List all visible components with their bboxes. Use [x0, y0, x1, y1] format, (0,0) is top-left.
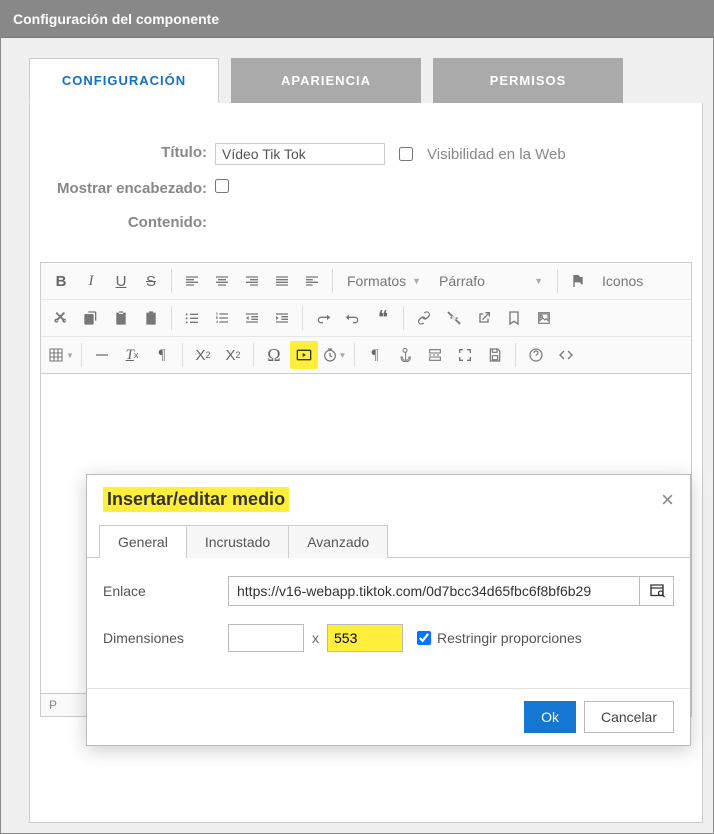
main-tabs: CONFIGURACIÓN APARIENCIA PERMISOS: [29, 58, 703, 103]
constrain-wrapper[interactable]: Restringir proporciones: [417, 630, 582, 646]
bookmark-button[interactable]: [500, 304, 528, 332]
paste-button[interactable]: [107, 304, 135, 332]
width-input[interactable]: [228, 624, 304, 652]
modal-tab-general[interactable]: General: [99, 525, 187, 558]
fullscreen-button[interactable]: [451, 341, 479, 369]
open-link-button[interactable]: [470, 304, 498, 332]
modal-tab-embed[interactable]: Incrustado: [186, 525, 289, 558]
bullet-list-button[interactable]: [178, 304, 206, 332]
title-input[interactable]: [215, 143, 385, 165]
modal-tab-advanced[interactable]: Avanzado: [288, 525, 388, 558]
constrain-checkbox[interactable]: [417, 631, 431, 645]
editor-content[interactable]: Insertar/editar medio × General Incrusta…: [40, 374, 692, 694]
config-panel: Título: Visibilidad en la Web Mostrar en…: [29, 103, 703, 823]
copy-button[interactable]: [77, 304, 105, 332]
outdent-button[interactable]: [238, 304, 266, 332]
media-button[interactable]: [290, 341, 318, 369]
paragraph-mark-button[interactable]: ¶: [148, 341, 176, 369]
cut-button[interactable]: [47, 304, 75, 332]
save-button[interactable]: [481, 341, 509, 369]
paragraph-select[interactable]: Párrafo▼: [431, 269, 551, 293]
link-label: Enlace: [103, 583, 228, 599]
window-titlebar: Configuración del componente: [1, 1, 713, 38]
modal-tabs: General Incrustado Avanzado: [87, 524, 690, 557]
constrain-label: Restringir proporciones: [437, 630, 582, 646]
image-button[interactable]: [530, 304, 558, 332]
table-button[interactable]: ▼: [47, 341, 75, 369]
superscript-button[interactable]: X2: [219, 341, 247, 369]
height-input[interactable]: [327, 624, 403, 652]
show-header-checkbox[interactable]: [215, 179, 229, 193]
tab-appearance[interactable]: APARIENCIA: [231, 58, 421, 103]
tab-configuration[interactable]: CONFIGURACIÓN: [29, 58, 219, 103]
unlink-button[interactable]: [440, 304, 468, 332]
align-none-button[interactable]: [298, 267, 326, 295]
special-char-button[interactable]: Ω: [260, 341, 288, 369]
clear-format-button[interactable]: Tx: [118, 341, 146, 369]
editor-toolbar: B I U S Formatos▼ Párrafo▼: [40, 262, 692, 374]
ok-button[interactable]: Ok: [524, 701, 576, 733]
title-label: Título:: [40, 143, 215, 163]
icons-select[interactable]: Iconos: [594, 269, 651, 293]
help-button[interactable]: [522, 341, 550, 369]
redo-button[interactable]: [309, 304, 337, 332]
browse-button[interactable]: [640, 576, 674, 606]
modal-body: Enlace Dimensiones: [87, 557, 690, 688]
dim-separator: x: [312, 630, 319, 646]
flag-icon[interactable]: [564, 267, 592, 295]
formats-select[interactable]: Formatos▼: [339, 269, 429, 293]
align-center-button[interactable]: [208, 267, 236, 295]
indent-button[interactable]: [268, 304, 296, 332]
insert-media-dialog: Insertar/editar medio × General Incrusta…: [86, 474, 691, 746]
status-path: P: [49, 698, 57, 712]
undo-button[interactable]: [339, 304, 367, 332]
datetime-button[interactable]: ▼: [320, 341, 348, 369]
browse-icon: [648, 582, 666, 600]
link-button[interactable]: [410, 304, 438, 332]
italic-button[interactable]: I: [77, 267, 105, 295]
rich-editor: B I U S Formatos▼ Párrafo▼: [40, 262, 692, 717]
close-icon[interactable]: ×: [661, 489, 674, 511]
paste-text-button[interactable]: [137, 304, 165, 332]
numbered-list-button[interactable]: [208, 304, 236, 332]
align-left-button[interactable]: [178, 267, 206, 295]
hr-button[interactable]: [88, 341, 116, 369]
link-input[interactable]: [228, 576, 640, 606]
blockquote-button[interactable]: ❝: [369, 304, 397, 332]
subscript-button[interactable]: X2: [189, 341, 217, 369]
visibility-label: Visibilidad en la Web: [427, 146, 566, 163]
content-label: Contenido:: [40, 213, 215, 233]
visibility-checkbox[interactable]: [399, 147, 413, 161]
strikethrough-button[interactable]: S: [137, 267, 165, 295]
underline-button[interactable]: U: [107, 267, 135, 295]
modal-title: Insertar/editar medio: [103, 487, 289, 512]
ltr-button[interactable]: ¶: [361, 341, 389, 369]
cancel-button[interactable]: Cancelar: [584, 701, 674, 733]
align-right-button[interactable]: [238, 267, 266, 295]
pagebreak-button[interactable]: [421, 341, 449, 369]
show-header-label: Mostrar encabezado:: [40, 179, 215, 199]
tab-permissions[interactable]: PERMISOS: [433, 58, 623, 103]
window-title: Configuración del componente: [13, 11, 219, 27]
align-justify-button[interactable]: [268, 267, 296, 295]
window-body: CONFIGURACIÓN APARIENCIA PERMISOS Título…: [1, 38, 713, 833]
component-config-window: Configuración del componente CONFIGURACI…: [0, 0, 714, 834]
anchor-button[interactable]: [391, 341, 419, 369]
source-code-button[interactable]: [552, 341, 580, 369]
dimensions-label: Dimensiones: [103, 630, 228, 646]
bold-button[interactable]: B: [47, 267, 75, 295]
